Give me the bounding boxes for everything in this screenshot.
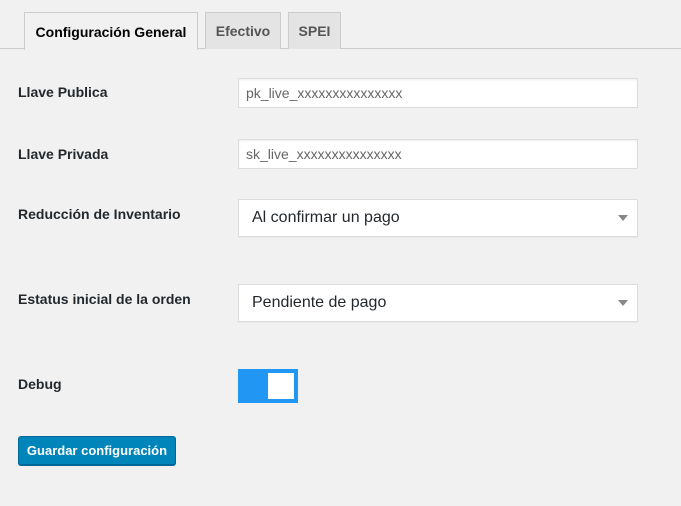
private-key-label: Llave Privada bbox=[18, 146, 109, 162]
tab-configuracion-general[interactable]: Configuración General bbox=[24, 12, 198, 50]
debug-label: Debug bbox=[18, 376, 62, 392]
chevron-down-icon bbox=[618, 300, 628, 306]
inventory-reduction-value: Al confirmar un pago bbox=[252, 209, 400, 226]
tab-efectivo[interactable]: Efectivo bbox=[205, 12, 281, 49]
save-button[interactable]: Guardar configuración bbox=[18, 436, 176, 465]
debug-toggle[interactable] bbox=[238, 369, 298, 403]
settings-page: Configuración General Efectivo SPEI Llav… bbox=[0, 0, 681, 506]
inventory-reduction-select[interactable]: Al confirmar un pago bbox=[238, 199, 638, 237]
initial-status-label: Estatus inicial de la orden bbox=[18, 291, 191, 307]
initial-status-select[interactable]: Pendiente de pago bbox=[238, 284, 638, 322]
public-key-label: Llave Publica bbox=[18, 84, 108, 100]
chevron-down-icon bbox=[618, 215, 628, 221]
public-key-input[interactable] bbox=[238, 78, 638, 108]
tab-spei[interactable]: SPEI bbox=[288, 12, 341, 49]
inventory-reduction-label: Reducción de Inventario bbox=[18, 206, 181, 222]
initial-status-value: Pendiente de pago bbox=[252, 294, 387, 311]
private-key-input[interactable] bbox=[238, 139, 638, 169]
tab-bar: Configuración General Efectivo SPEI bbox=[0, 0, 681, 50]
toggle-knob bbox=[268, 373, 294, 399]
